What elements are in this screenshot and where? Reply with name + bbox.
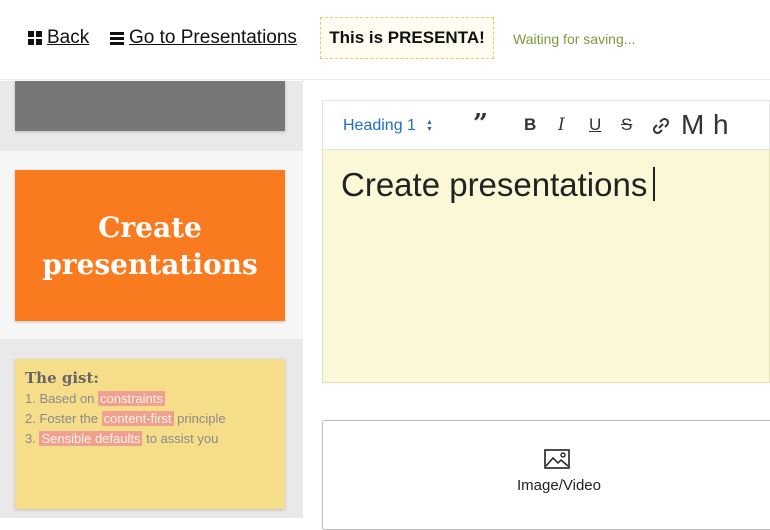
image-video-label: Image/Video [517,477,601,494]
updown-icon: ▲ ▼ [425,119,433,133]
editor-toolbar: Heading 1 ▲▼ ” B I U S M h ⋮ [322,100,770,150]
item-highlight: Sensible defaults [39,431,143,446]
presentations-label: Go to Presentations [129,27,297,48]
item-number: 2. [25,411,36,426]
italic-button[interactable]: I [558,115,565,135]
more-icon[interactable]: ⋮ [765,115,770,136]
slide-thumbnail-1[interactable] [15,81,285,131]
slide-2-title: Create presentations [42,210,258,281]
bold-button[interactable]: B [524,115,536,135]
m-format-button[interactable]: M [681,109,704,141]
slide-thumbnail-2[interactable]: Create presentations [15,170,285,321]
image-video-button[interactable]: Image/Video [322,420,770,530]
underline-button[interactable]: U [589,115,601,135]
item-number: 1. [25,391,36,406]
heading-select-value: Heading 1 [343,117,416,134]
slide-text-editor[interactable]: Create presentations [322,149,770,383]
list-item: 1. Based on constraints [25,389,275,409]
heading-select[interactable]: Heading 1 ▲ ▼ [343,117,433,135]
item-text: Foster the [39,411,98,426]
item-highlight: content-first [101,411,174,426]
slide-thumbnail-3[interactable]: The gist: 1. Based on constraints 2. Fos… [15,359,285,509]
grid-icon [28,31,42,45]
h-format-button[interactable]: h [713,109,729,141]
image-icon [544,449,570,469]
text-caret [653,167,656,201]
link-icon [652,117,670,135]
item-text: Based on [39,391,95,406]
save-status: Waiting for saving... [513,31,636,47]
item-number: 3. [25,431,36,446]
slide-3-list: 1. Based on constraints 2. Foster the co… [25,389,275,449]
quote-button[interactable]: ” [473,111,488,137]
item-text-after: to assist you [146,431,219,446]
editor-content: Create presentations [341,166,648,203]
slide-3-title: The gist: [25,369,99,387]
quote-icon: ” [473,109,488,139]
item-text-after: principle [177,411,226,426]
top-bar: Back Go to Presentations This is PRESENT… [0,0,770,80]
back-link[interactable]: Back [28,27,89,49]
link-button[interactable] [651,116,671,141]
list-item: 2. Foster the content-first principle [25,409,275,429]
presentations-link[interactable]: Go to Presentations [110,27,297,49]
item-highlight: constraints [98,391,165,406]
presentation-title-field[interactable]: This is PRESENTA! [320,17,494,59]
back-label: Back [47,27,90,48]
slides-sidebar: Create presentations The gist: 1. Based … [0,81,303,518]
list-item: 3. Sensible defaults to assist you [25,429,275,449]
list-icon [110,31,124,45]
strikethrough-button[interactable]: S [621,115,632,135]
